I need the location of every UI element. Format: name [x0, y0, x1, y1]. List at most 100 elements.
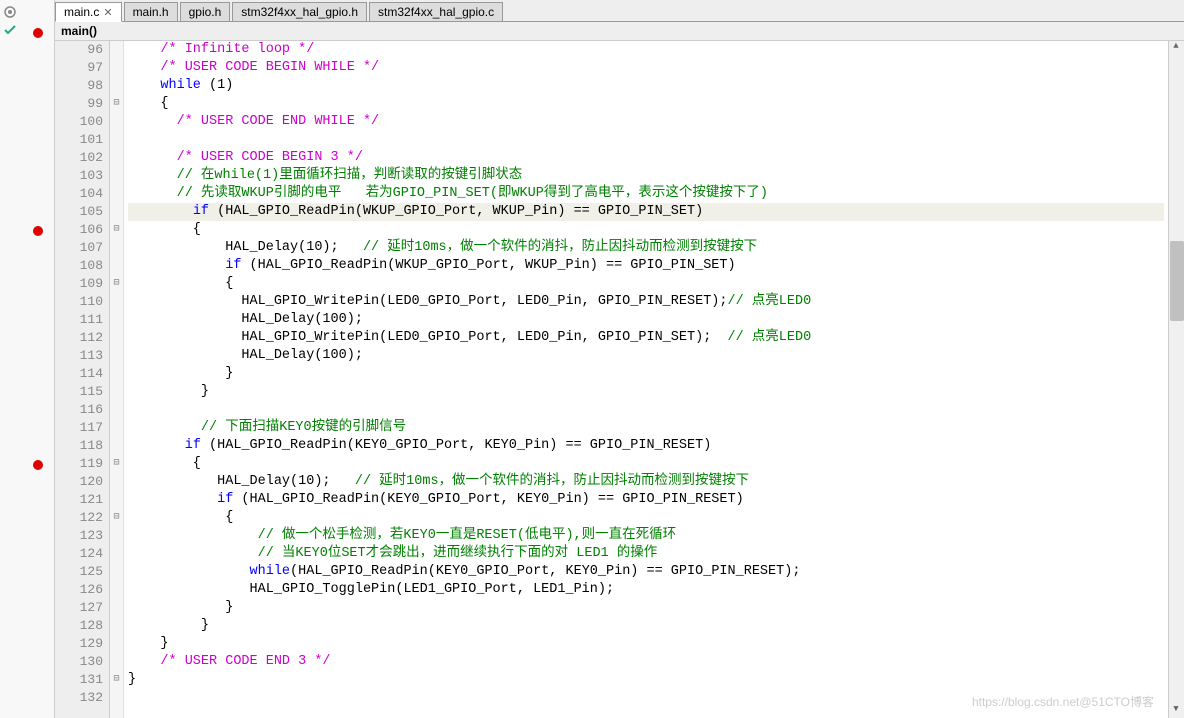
- code-line[interactable]: {: [128, 275, 1164, 293]
- line-number: 120: [61, 473, 103, 491]
- fold-marker: [110, 635, 123, 653]
- scrollbar-thumb[interactable]: [1170, 241, 1184, 321]
- fold-marker: [110, 545, 123, 563]
- line-number: 118: [61, 437, 103, 455]
- code-line[interactable]: }: [128, 635, 1164, 653]
- fold-marker: [110, 383, 123, 401]
- fold-marker[interactable]: ⊟: [110, 671, 123, 689]
- line-number: 105: [61, 203, 103, 221]
- vertical-scrollbar[interactable]: ▲ ▼: [1168, 41, 1184, 718]
- code-line[interactable]: HAL_Delay(10); // 延时10ms，做一个软件的消抖，防止因抖动而…: [128, 473, 1164, 491]
- code-line[interactable]: // 做一个松手检测，若KEY0一直是RESET(低电平),则一直在死循环: [128, 527, 1164, 545]
- line-number: 117: [61, 419, 103, 437]
- scroll-up-arrow[interactable]: ▲: [1169, 41, 1183, 55]
- tab-label: stm32f4xx_hal_gpio.h: [241, 5, 358, 19]
- code-line[interactable]: [128, 131, 1164, 149]
- code-line[interactable]: }: [128, 365, 1164, 383]
- fold-marker[interactable]: ⊟: [110, 95, 123, 113]
- line-number: 129: [61, 635, 103, 653]
- line-number: 124: [61, 545, 103, 563]
- code-line[interactable]: while(HAL_GPIO_ReadPin(KEY0_GPIO_Port, K…: [128, 563, 1164, 581]
- tab-stm32f4xx_hal_gpio-h[interactable]: stm32f4xx_hal_gpio.h: [232, 2, 367, 21]
- fold-marker: [110, 41, 123, 59]
- code-line[interactable]: }: [128, 617, 1164, 635]
- code-line[interactable]: if (HAL_GPIO_ReadPin(KEY0_GPIO_Port, KEY…: [128, 437, 1164, 455]
- line-number: 123: [61, 527, 103, 545]
- left-sidebar: [0, 0, 55, 718]
- code-line[interactable]: if (HAL_GPIO_ReadPin(KEY0_GPIO_Port, KEY…: [128, 491, 1164, 509]
- scroll-down-arrow[interactable]: ▼: [1169, 704, 1183, 718]
- code-line[interactable]: /* USER CODE END WHILE */: [128, 113, 1164, 131]
- line-number: 127: [61, 599, 103, 617]
- code-line[interactable]: // 先读取WKUP引脚的电平 若为GPIO_PIN_SET(即WKUP得到了高…: [128, 185, 1164, 203]
- code-line[interactable]: if (HAL_GPIO_ReadPin(WKUP_GPIO_Port, WKU…: [128, 203, 1164, 221]
- code-area[interactable]: /* Infinite loop */ /* USER CODE BEGIN W…: [124, 41, 1168, 718]
- code-line[interactable]: {: [128, 509, 1164, 527]
- fold-marker[interactable]: ⊟: [110, 509, 123, 527]
- code-line[interactable]: while (1): [128, 77, 1164, 95]
- code-line[interactable]: HAL_GPIO_TogglePin(LED1_GPIO_Port, LED1_…: [128, 581, 1164, 599]
- code-line[interactable]: /* USER CODE END 3 */: [128, 653, 1164, 671]
- marker-dot[interactable]: [33, 460, 43, 470]
- code-line[interactable]: // 下面扫描KEY0按键的引脚信号: [128, 419, 1164, 437]
- fold-marker: [110, 347, 123, 365]
- fold-marker: [110, 149, 123, 167]
- line-number: 107: [61, 239, 103, 257]
- code-line[interactable]: }: [128, 383, 1164, 401]
- code-line[interactable]: /* USER CODE BEGIN 3 */: [128, 149, 1164, 167]
- code-line[interactable]: // 在while(1)里面循环扫描，判断读取的按键引脚状态: [128, 167, 1164, 185]
- code-line[interactable]: }: [128, 599, 1164, 617]
- tab-gpio-h[interactable]: gpio.h: [180, 2, 231, 21]
- code-line[interactable]: HAL_Delay(10); // 延时10ms，做一个软件的消抖，防止因抖动而…: [128, 239, 1164, 257]
- fold-marker: [110, 239, 123, 257]
- code-line[interactable]: {: [128, 221, 1164, 239]
- fold-gutter: ⊟ ⊟ ⊟ ⊟ ⊟ ⊟: [110, 41, 124, 718]
- fold-marker: [110, 185, 123, 203]
- line-number: 132: [61, 689, 103, 707]
- code-line[interactable]: [128, 689, 1164, 707]
- fold-marker: [110, 437, 123, 455]
- code-line[interactable]: if (HAL_GPIO_ReadPin(WKUP_GPIO_Port, WKU…: [128, 257, 1164, 275]
- code-line[interactable]: // 当KEY0位SET才会跳出，进而继续执行下面的对 LED1 的操作: [128, 545, 1164, 563]
- code-line[interactable]: HAL_GPIO_WritePin(LED0_GPIO_Port, LED0_P…: [128, 329, 1164, 347]
- code-line[interactable]: {: [128, 95, 1164, 113]
- fold-marker[interactable]: ⊟: [110, 221, 123, 239]
- marker-dot[interactable]: [33, 28, 43, 38]
- fold-marker: [110, 257, 123, 275]
- line-number: 113: [61, 347, 103, 365]
- fold-marker[interactable]: ⊟: [110, 455, 123, 473]
- tab-label: main.h: [133, 5, 169, 19]
- check-icon[interactable]: [2, 22, 18, 38]
- code-line[interactable]: [128, 401, 1164, 419]
- main-area: main.c✕ main.h gpio.h stm32f4xx_hal_gpio.h s…: [55, 0, 1184, 718]
- code-line[interactable]: }: [128, 671, 1164, 689]
- fold-marker[interactable]: ⊟: [110, 275, 123, 293]
- fold-marker: [110, 167, 123, 185]
- line-number: 108: [61, 257, 103, 275]
- line-number: 128: [61, 617, 103, 635]
- fold-marker: [110, 401, 123, 419]
- breadcrumb[interactable]: main(): [55, 22, 1184, 41]
- tab-main-c[interactable]: main.c✕: [55, 2, 122, 22]
- tab-label: stm32f4xx_hal_gpio.c: [378, 5, 494, 19]
- marker-dot[interactable]: [33, 226, 43, 236]
- close-icon[interactable]: ✕: [103, 6, 112, 19]
- fold-marker: [110, 311, 123, 329]
- line-number: 102: [61, 149, 103, 167]
- code-line[interactable]: HAL_Delay(100);: [128, 311, 1164, 329]
- line-number: 103: [61, 167, 103, 185]
- fold-marker: [110, 113, 123, 131]
- tab-main-h[interactable]: main.h: [124, 2, 178, 21]
- code-line[interactable]: {: [128, 455, 1164, 473]
- tab-stm32f4xx_hal_gpio-c[interactable]: stm32f4xx_hal_gpio.c: [369, 2, 503, 21]
- code-line[interactable]: HAL_GPIO_WritePin(LED0_GPIO_Port, LED0_P…: [128, 293, 1164, 311]
- code-line[interactable]: HAL_Delay(100);: [128, 347, 1164, 365]
- code-line[interactable]: /* Infinite loop */: [128, 41, 1164, 59]
- fold-marker: [110, 527, 123, 545]
- code-line[interactable]: /* USER CODE BEGIN WHILE */: [128, 59, 1164, 77]
- fold-marker: [110, 653, 123, 671]
- line-number: 100: [61, 113, 103, 131]
- fold-marker: [110, 77, 123, 95]
- gear-icon[interactable]: [2, 4, 18, 20]
- sidebar-marker-gutter: [30, 0, 50, 718]
